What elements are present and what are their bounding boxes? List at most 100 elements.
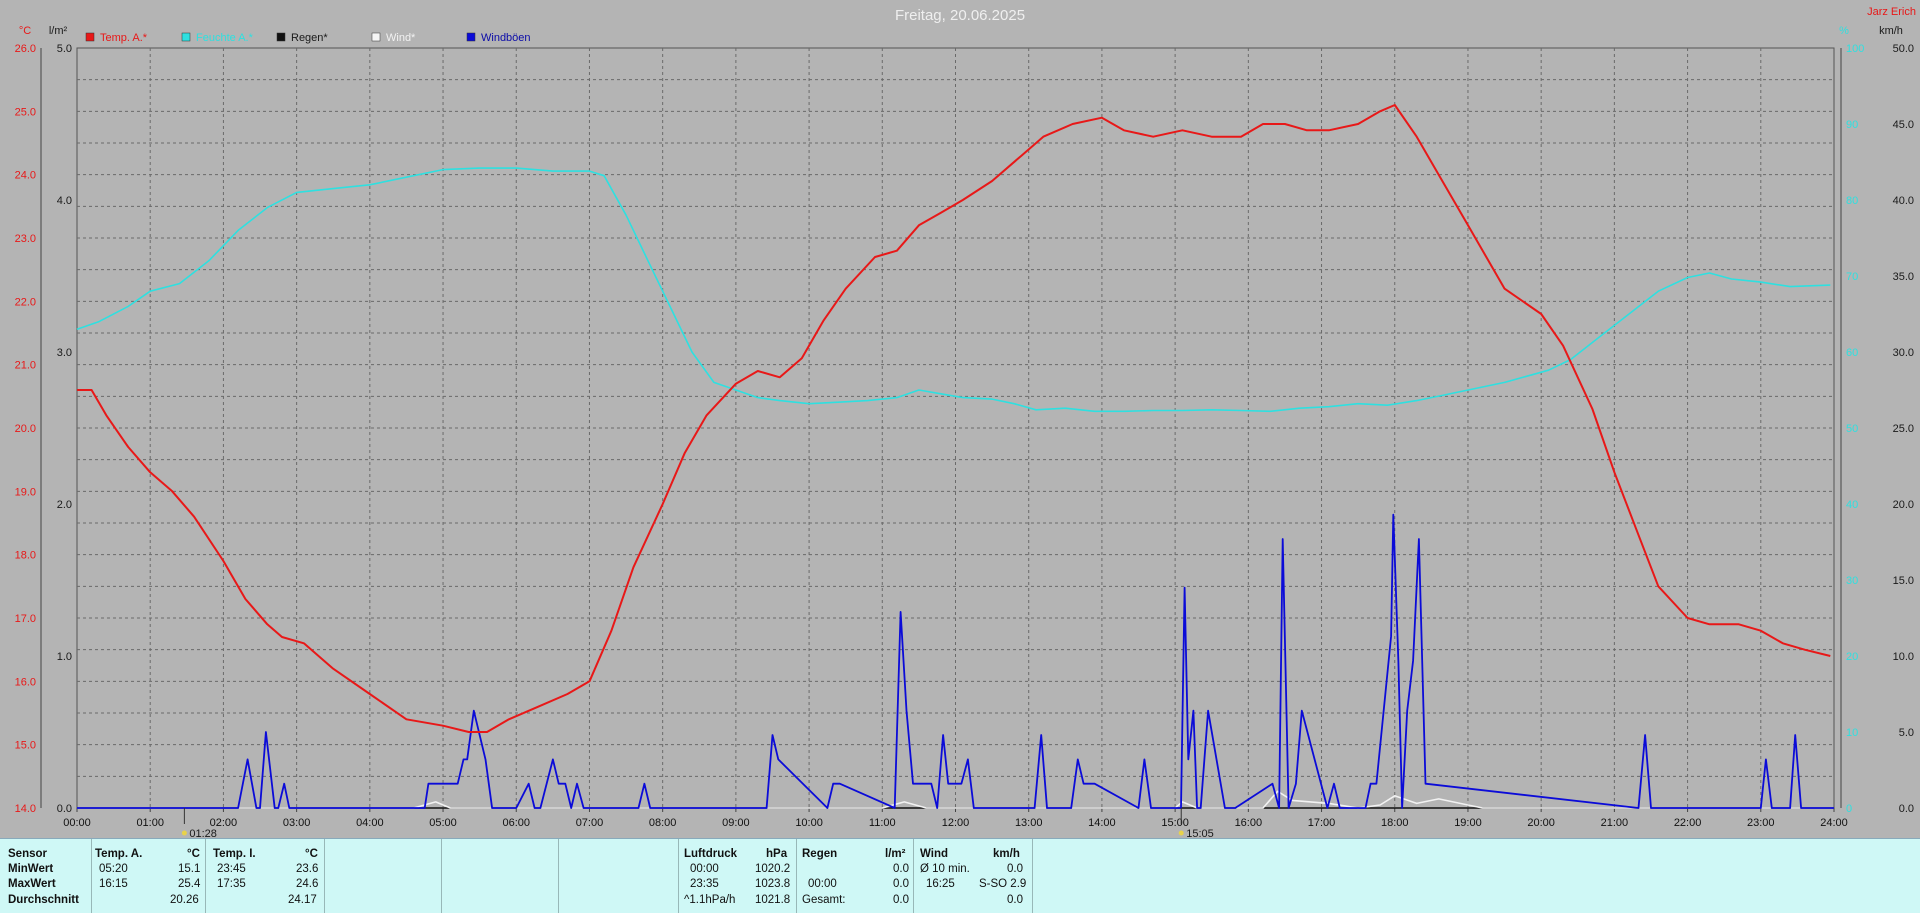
rain-tick-label: 5.0 (57, 43, 72, 55)
pressure-unit: hPa (766, 848, 788, 860)
temp-axis-unit: °C (19, 25, 31, 37)
wind-tick-label: 50.0 (1893, 43, 1914, 55)
temp-tick-label: 19.0 (15, 486, 36, 498)
wind-tick-label: 45.0 (1893, 119, 1914, 131)
x-tick-label: 24:00 (1820, 817, 1848, 829)
rain-axis-unit: l/m² (49, 25, 68, 37)
wind-unit: km/h (993, 848, 1020, 860)
chart-title: Freitag, 20.06.2025 (895, 7, 1025, 24)
wind-avg-value: 0.0 (1007, 863, 1023, 875)
temp-i-unit: °C (305, 848, 318, 860)
x-tick-label: 06:00 (502, 817, 530, 829)
temp-i-header: Temp. I. (213, 848, 256, 860)
weather-chart: Freitag, 20.06.2025 Jarz Erich °C l/m² %… (15, 6, 1916, 838)
temp-tick-label: 20.0 (15, 423, 36, 435)
x-tick-label: 03:00 (283, 817, 311, 829)
legend-swatch-temp (85, 32, 95, 42)
rain-value-1: 0.0 (893, 863, 909, 875)
hum-tick-label: 40 (1846, 499, 1858, 511)
rain-tick-label: 4.0 (57, 195, 72, 207)
series-line-temp-a (77, 104, 1831, 733)
stats-divider (558, 839, 559, 913)
temp-tick-label: 16.0 (15, 676, 36, 688)
hum-tick-label: 70 (1846, 271, 1858, 283)
wind-tick-label: 25.0 (1893, 423, 1914, 435)
stats-divider (205, 839, 206, 913)
x-tick-label: 18:00 (1381, 817, 1409, 829)
legend-swatch-gusts (466, 32, 476, 42)
station-name: Jarz Erich (1867, 6, 1916, 18)
x-tick-label: 10:00 (795, 817, 823, 829)
x-tick-label: 21:00 (1601, 817, 1629, 829)
hum-tick-label: 100 (1846, 43, 1864, 55)
wind-tick-label: 0.0 (1899, 803, 1914, 815)
x-tick-label: 11:00 (869, 817, 896, 829)
temp-tick-label: 24.0 (15, 170, 36, 182)
rain-tick-label: 0.0 (57, 803, 72, 815)
temp-a-header: Temp. A. (95, 848, 143, 860)
rain-unit: l/m² (885, 848, 906, 860)
temp-a-min-time: 05:20 (99, 863, 128, 875)
temp-a-max-time: 16:15 (99, 878, 128, 890)
x-tick-label: 05:00 (429, 817, 457, 829)
x-tick-label: 04:00 (356, 817, 384, 829)
temp-i-min-time: 23:45 (217, 863, 246, 875)
temp-i-min: 23.6 (296, 863, 319, 875)
wind-axis-unit: km/h (1879, 25, 1903, 37)
row-label-avg: Durchschnitt (8, 894, 79, 906)
pressure-max-time: 23:35 (690, 878, 719, 890)
wind-tick-label: 20.0 (1893, 499, 1914, 511)
wind-avg-label: Ø 10 min. (920, 863, 970, 875)
temp-tick-label: 26.0 (15, 43, 36, 55)
x-tick-label: 23:00 (1747, 817, 1775, 829)
hum-tick-label: 0 (1846, 803, 1852, 815)
x-tick-label: 17:00 (1308, 817, 1336, 829)
legend-swatch-humidity (181, 32, 191, 42)
x-tick-label: 20:00 (1527, 817, 1555, 829)
legend-label-wind: Wind* (386, 32, 416, 44)
temp-tick-label: 17.0 (15, 613, 36, 625)
axes: 26.0 25.0 24.0 23.0 22.0 21.0 20.0 19.0 18.0 17.0… (15, 43, 1914, 829)
temp-tick-label: 25.0 (15, 106, 36, 118)
wind-max-time: 16:25 (926, 878, 955, 890)
pressure-avg: 1021.8 (755, 894, 791, 906)
x-tick-label: 07:00 (576, 817, 604, 829)
wind-tick-label: 40.0 (1893, 195, 1914, 207)
row-label-max: MaxWert (8, 878, 56, 890)
temp-tick-label: 22.0 (15, 296, 36, 308)
row-label-min: MinWert (8, 863, 54, 875)
x-tick-label: 19:00 (1454, 817, 1482, 829)
temp-a-max: 25.4 (178, 878, 201, 890)
rain-tick-label: 1.0 (57, 651, 72, 663)
time-marker-icon (181, 830, 187, 836)
wind-max-value: S-SO 2.9 (979, 878, 1027, 890)
rain-header: Regen (802, 848, 838, 860)
x-tick-label: 13:00 (1015, 817, 1043, 829)
temp-i-avg: 24.17 (288, 894, 317, 906)
wind-tick-label: 30.0 (1893, 347, 1914, 359)
wind-tick-label: 5.0 (1899, 727, 1914, 739)
rain-total-label: Gesamt: (802, 894, 846, 906)
temp-tick-label: 21.0 (15, 360, 36, 372)
temp-i-max: 24.6 (296, 878, 319, 890)
wind-tick-label: 35.0 (1893, 271, 1914, 283)
stats-divider (441, 839, 442, 913)
legend-label-rain: Regen* (291, 32, 328, 44)
hum-tick-label: 90 (1846, 119, 1858, 131)
x-tick-label: 14:00 (1088, 817, 1116, 829)
pressure-min: 1020.2 (755, 863, 791, 875)
wind-tick-label: 10.0 (1893, 651, 1914, 663)
hum-axis-unit: % (1839, 25, 1849, 37)
legend-item-wind: Wind* (371, 32, 416, 44)
wind-value-3: 0.0 (1007, 894, 1023, 906)
time-markers: 01:28 15:05 (181, 808, 1214, 838)
temp-i-max-time: 17:35 (217, 878, 246, 890)
legend-item-rain: Regen* (276, 32, 328, 44)
stats-divider (678, 839, 679, 913)
wind-header: Wind (920, 848, 948, 860)
rain-value-2: 0.0 (893, 878, 909, 890)
rain-time-2: 00:00 (808, 878, 837, 890)
legend-item-temp: Temp. A.* (85, 32, 148, 44)
x-tick-label: 01:00 (136, 817, 164, 829)
stats-divider (324, 839, 325, 913)
